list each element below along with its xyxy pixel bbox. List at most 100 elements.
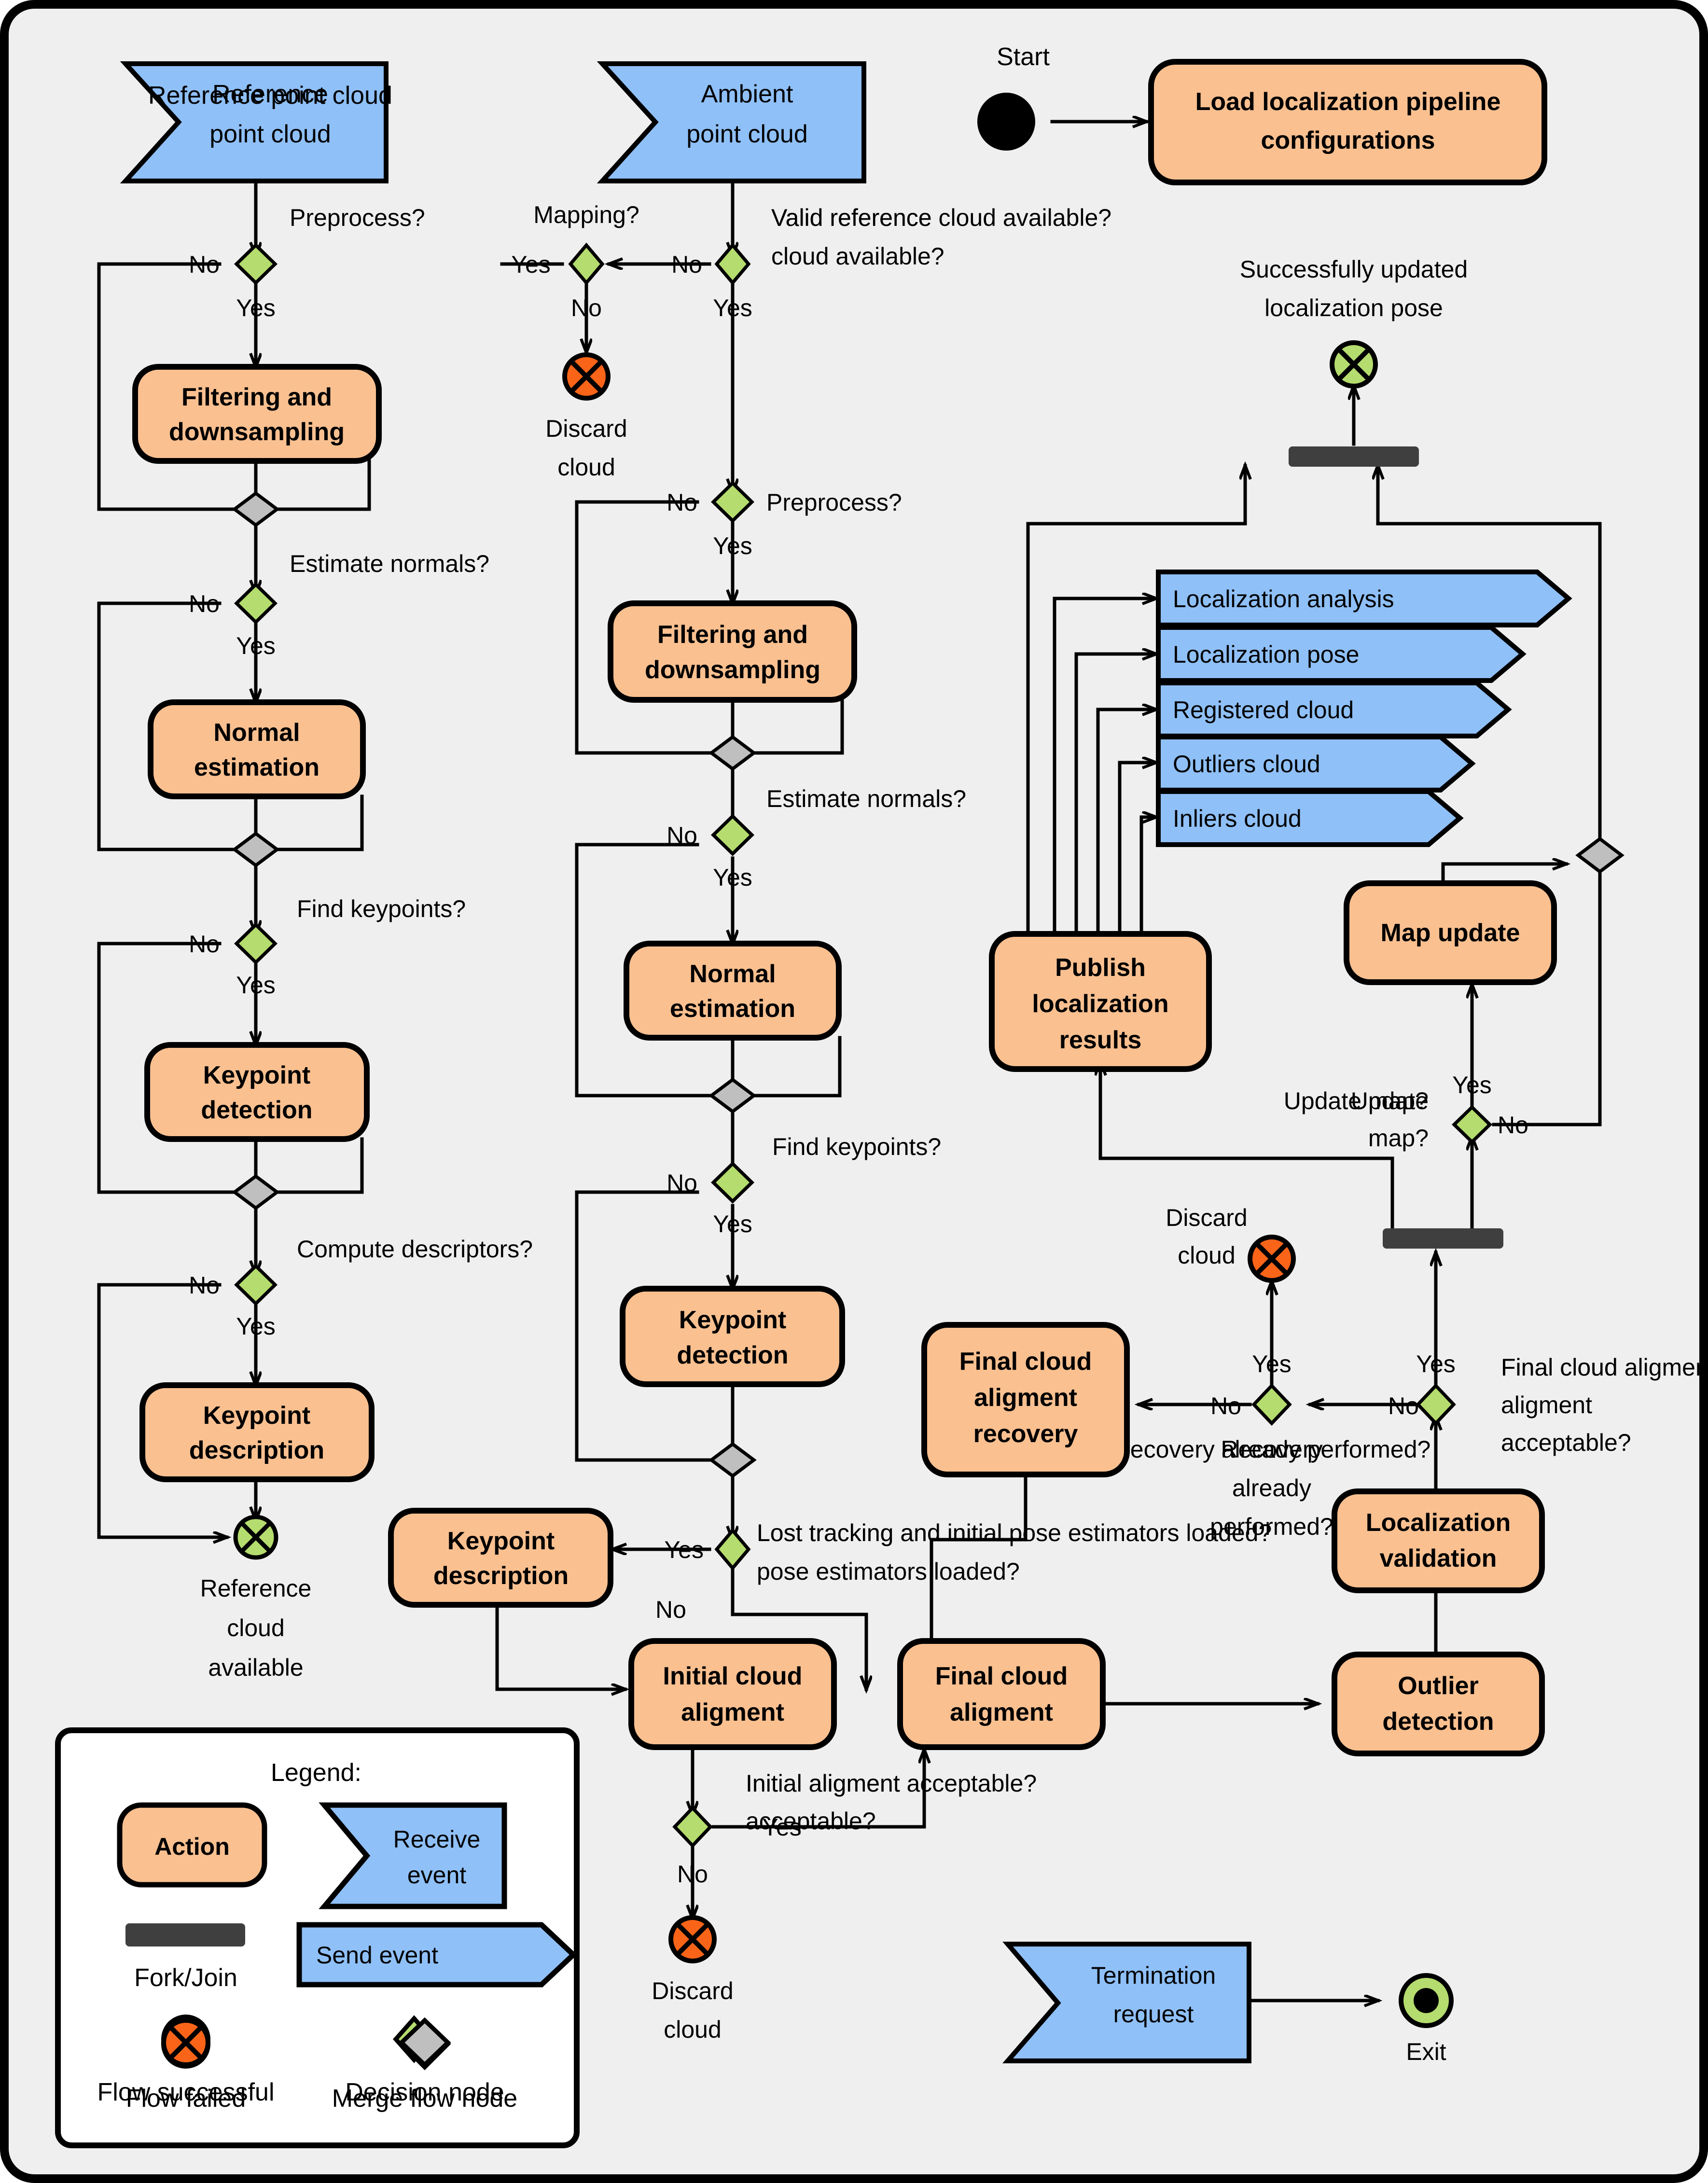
svg-text:cloud: cloud xyxy=(227,1614,285,1641)
svg-text:pose estimators loaded?: pose estimators loaded? xyxy=(757,1558,1020,1585)
flow-failed-discard-cloud-bottom xyxy=(668,1915,717,1963)
svg-text:Normal: Normal xyxy=(689,960,776,988)
svg-text:estimation: estimation xyxy=(670,995,795,1023)
svg-text:aligment: aligment xyxy=(681,1698,784,1726)
svg-text:No: No xyxy=(671,251,702,278)
decision-amb-preprocess-label: Preprocess? xyxy=(766,489,902,516)
action-amb-keypoint-detection[interactable]: Keypoint detection Keypoint detection xyxy=(620,1286,845,1387)
svg-text:Yes: Yes xyxy=(713,294,752,321)
decision-ref-compute-descriptors-label: Compute descriptors? xyxy=(297,1236,533,1263)
svg-text:Yes: Yes xyxy=(1252,1350,1291,1377)
svg-text:Yes: Yes xyxy=(1416,1350,1456,1377)
send-event-registered-cloud: Registered cloud xyxy=(1156,681,1512,738)
svg-text:aligment: aligment xyxy=(950,1698,1053,1726)
svg-text:Valid reference: Valid reference xyxy=(771,204,932,231)
action-publish-localization-results[interactable]: Publish localization results Publish loc… xyxy=(989,931,1212,1072)
svg-text:Yes: Yes xyxy=(236,972,276,999)
svg-text:Yes: Yes xyxy=(762,1814,802,1841)
svg-text:recovery: recovery xyxy=(973,1420,1078,1448)
svg-text:map?: map? xyxy=(1368,1125,1429,1152)
action-amb-keypoint-description[interactable]: Keypoint description Keypoint descriptio… xyxy=(388,1508,613,1608)
action-ref-filtering-downsampling[interactable]: Filtering and downsampling Filtering and… xyxy=(132,364,382,464)
svg-text:No: No xyxy=(189,1272,220,1299)
svg-text:detection: detection xyxy=(1382,1708,1494,1736)
svg-text:Discard: Discard xyxy=(545,415,627,442)
svg-text:Filtering and: Filtering and xyxy=(657,621,808,649)
action-load-config[interactable]: Load localization pipeline configuration… xyxy=(1148,59,1547,185)
legend-title: Legend: xyxy=(271,1759,361,1787)
svg-text:cloud: cloud xyxy=(664,2016,722,2043)
legend-fork-join-label: Fork/Join xyxy=(134,1964,237,1992)
legend-send-event-label: Send event xyxy=(316,1942,438,1969)
svg-text:aligment: aligment xyxy=(974,1384,1077,1412)
svg-text:aligment: aligment xyxy=(1501,1391,1592,1418)
svg-text:validation: validation xyxy=(1380,1544,1497,1572)
send-event-outliers-cloud: Outliers cloud xyxy=(1156,735,1476,793)
svg-text:point cloud: point cloud xyxy=(686,120,808,148)
action-amb-normal-estimation[interactable]: Normal estimation Normal estimation xyxy=(624,941,842,1041)
svg-text:No: No xyxy=(571,294,602,321)
svg-text:Load localization pipeline: Load localization pipeline xyxy=(1195,88,1501,116)
svg-text:cloud available?: cloud available? xyxy=(771,243,944,270)
decision-ref-find-keypoints-label: Find keypoints? xyxy=(297,895,466,922)
svg-text:Ambient: Ambient xyxy=(701,80,793,108)
legend-merge-flow-node-label: Merge flow node xyxy=(332,2085,517,2113)
action-localization-validation[interactable]: Localization validation Localization val… xyxy=(1332,1488,1545,1593)
send-event-label: Localization pose xyxy=(1173,641,1359,668)
svg-text:configurations: configurations xyxy=(1261,126,1435,154)
svg-text:Update: Update xyxy=(1351,1087,1429,1114)
svg-text:request: request xyxy=(1113,2001,1194,2028)
svg-text:Discard: Discard xyxy=(1166,1204,1247,1231)
action-final-cloud-alignment-recovery[interactable]: Final cloud aligment recovery Final clou… xyxy=(921,1322,1130,1477)
svg-text:Successfully updated: Successfully updated xyxy=(1240,256,1468,283)
action-ref-normal-estimation[interactable]: Normal estimation Normal estimation xyxy=(148,699,366,799)
action-ref-keypoint-detection[interactable]: Keypoint detection Keypoint detection xyxy=(144,1042,370,1142)
action-final-cloud-alignment[interactable]: Final cloud aligment Final cloud aligmen… xyxy=(897,1638,1106,1750)
svg-text:detection: detection xyxy=(677,1341,788,1369)
svg-text:No: No xyxy=(667,489,697,516)
action-amb-filtering-downsampling[interactable]: Filtering and downsampling Filtering and… xyxy=(608,600,857,703)
svg-text:estimation: estimation xyxy=(194,753,319,781)
svg-text:Reference: Reference xyxy=(212,80,328,108)
terminal-exit-label: Exit xyxy=(1406,2038,1446,2065)
action-ref-keypoint-description[interactable]: Keypoint description Keypoint descriptio… xyxy=(139,1382,375,1482)
send-event-localization-analysis: Localization analysis xyxy=(1156,570,1572,627)
svg-text:description: description xyxy=(433,1562,569,1590)
svg-text:downsampling: downsampling xyxy=(169,418,345,446)
svg-text:Publish: Publish xyxy=(1055,954,1146,982)
decision-ref-estimate-normals-label: Estimate normals? xyxy=(290,550,489,577)
svg-text:event: event xyxy=(407,1862,466,1889)
svg-text:No: No xyxy=(1388,1392,1419,1419)
svg-text:acceptable?: acceptable? xyxy=(1501,1429,1631,1456)
action-initial-cloud-alignment[interactable]: Initial cloud aligment Initial cloud ali… xyxy=(628,1638,837,1750)
start-label: Start xyxy=(997,43,1050,71)
svg-text:Yes: Yes xyxy=(713,532,752,559)
send-event-label: Localization analysis xyxy=(1173,585,1394,612)
svg-text:localization pose: localization pose xyxy=(1264,294,1443,321)
svg-text:description: description xyxy=(189,1436,324,1464)
svg-text:Keypoint: Keypoint xyxy=(203,1061,310,1089)
action-outlier-detection[interactable]: Outlier detection Outlier detection xyxy=(1332,1652,1545,1756)
svg-text:Keypoint: Keypoint xyxy=(447,1527,555,1555)
svg-text:No: No xyxy=(189,590,220,617)
edge-label-yes: Yes xyxy=(236,294,276,321)
flow-successful-localization-pose xyxy=(1330,340,1378,389)
action-map-update[interactable]: Map update Map update xyxy=(1344,880,1557,985)
svg-text:Yes: Yes xyxy=(664,1536,704,1563)
svg-text:No: No xyxy=(189,931,220,958)
svg-text:Initial cloud: Initial cloud xyxy=(663,1662,803,1690)
flow-successful-reference-cloud xyxy=(233,1515,278,1560)
svg-text:Yes: Yes xyxy=(236,632,276,659)
svg-text:detection: detection xyxy=(201,1096,312,1124)
svg-text:No: No xyxy=(677,1861,708,1888)
svg-text:cloud: cloud xyxy=(1178,1242,1236,1269)
svg-text:already: already xyxy=(1232,1474,1311,1502)
svg-text:cloud: cloud xyxy=(557,454,615,481)
initial-node xyxy=(977,93,1035,151)
send-event-localization-pose: Localization pose xyxy=(1156,625,1527,683)
svg-text:Final cloud: Final cloud xyxy=(959,1348,1092,1376)
svg-text:Keypoint: Keypoint xyxy=(203,1402,310,1430)
svg-text:No: No xyxy=(667,822,697,849)
svg-text:available: available xyxy=(208,1654,303,1681)
svg-text:performed?: performed? xyxy=(1210,1513,1333,1540)
